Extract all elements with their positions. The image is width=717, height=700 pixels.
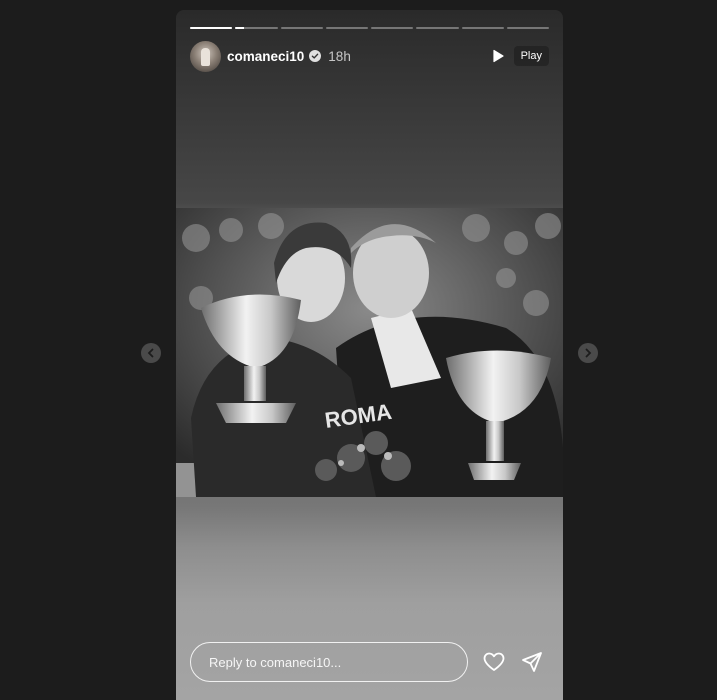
chevron-left-icon (147, 348, 154, 358)
story-photo: ROMA (176, 208, 563, 497)
reply-input[interactable]: Reply to comaneci10... (190, 642, 468, 682)
next-story-button[interactable] (578, 343, 598, 363)
progress-segment (235, 27, 278, 29)
post-time: 18h (328, 48, 351, 64)
story-progress-bar (190, 27, 549, 29)
play-icon[interactable] (490, 48, 506, 64)
progress-segment (371, 27, 414, 29)
verified-badge-icon (309, 50, 322, 62)
reply-bar: Reply to comaneci10... (190, 642, 549, 682)
heart-icon[interactable] (482, 650, 506, 674)
chevron-right-icon (585, 348, 592, 358)
progress-segment (506, 27, 549, 29)
play-button[interactable]: Play (513, 46, 549, 66)
avatar[interactable] (190, 40, 221, 72)
send-icon[interactable] (520, 650, 544, 674)
progress-segment (461, 27, 504, 29)
story-header: comaneci10 18h Play (190, 40, 549, 72)
progress-segment (325, 27, 368, 29)
progress-segment (190, 27, 233, 29)
progress-segment (280, 27, 323, 29)
username-link[interactable]: comaneci10 (227, 49, 304, 64)
progress-segment (416, 27, 459, 29)
story-viewer[interactable]: comaneci10 18h Play ROMA Reply to comane… (176, 10, 563, 700)
previous-story-button[interactable] (141, 343, 161, 363)
